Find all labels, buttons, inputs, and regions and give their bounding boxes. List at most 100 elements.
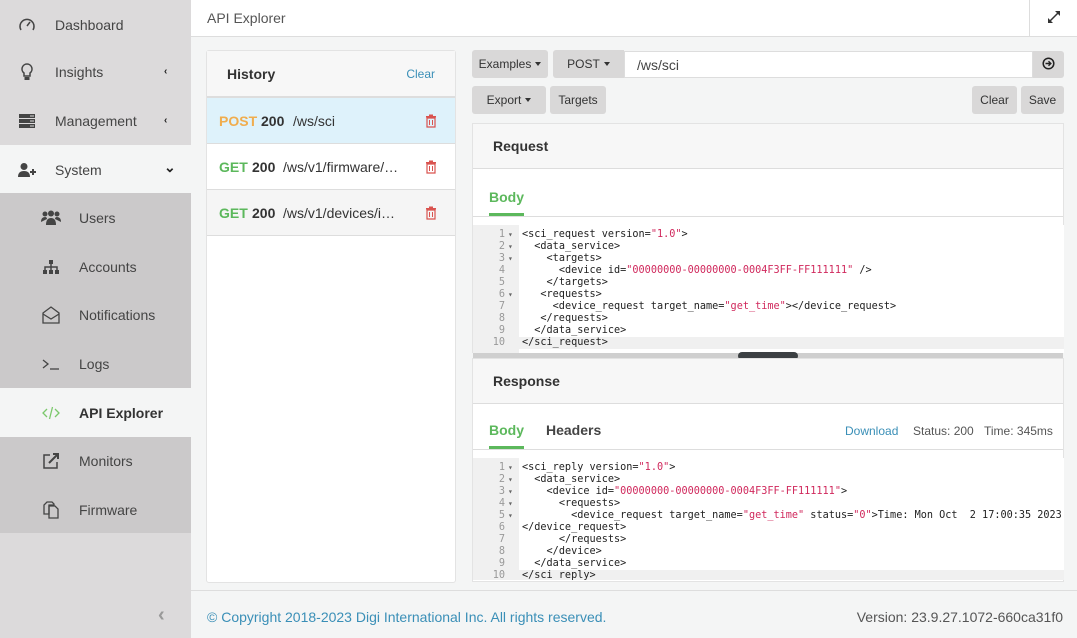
history-header: History Clear <box>207 51 455 98</box>
sidebar-item-management[interactable]: Management ‹ <box>0 96 191 145</box>
request-panel: Request Body 1 ▾ <sci_request version="1.0… <box>472 123 1064 353</box>
code-line: 9 </data_service> <box>473 558 1064 570</box>
chevron-left-icon: ‹ <box>158 604 165 626</box>
chevron-left-icon: ‹ <box>164 115 168 126</box>
line-number: 3 <box>498 253 505 264</box>
line-number: 8 <box>498 546 505 557</box>
code-text: </device_request> <box>522 522 627 533</box>
fold-toggle-icon[interactable]: ▾ <box>508 229 513 241</box>
fold-toggle-icon[interactable]: ▾ <box>508 486 513 498</box>
examples-label: Examples <box>478 57 532 71</box>
fold-toggle-icon[interactable]: ▾ <box>508 462 513 474</box>
line-number: 7 <box>498 534 505 545</box>
server-stack-icon <box>17 111 37 131</box>
send-request-button[interactable] <box>1033 51 1064 78</box>
fold-toggle-icon[interactable]: ▾ <box>508 253 513 265</box>
targets-label: Targets <box>558 93 598 107</box>
request-tabs: Body <box>473 171 1063 217</box>
line-number: 5 <box>498 277 505 288</box>
sidebar-item-system[interactable]: System ⌄ <box>0 145 191 194</box>
clear-label: Clear <box>980 93 1009 107</box>
collapse-sidebar-button[interactable]: ‹ <box>158 604 176 626</box>
sidebar-item-users[interactable]: Users <box>0 193 191 242</box>
code-line: 8 </device> <box>473 546 1064 558</box>
code-line: 10 </sci_reply> <box>473 570 1064 580</box>
sidebar-item-insights[interactable]: Insights ‹ <box>0 47 191 96</box>
history-item[interactable]: GET 200 /ws/v1/firmware/… <box>207 144 455 190</box>
code-text: </data_service> <box>534 558 627 569</box>
sidebar-item-monitors[interactable]: Monitors <box>0 436 191 485</box>
fold-toggle-icon[interactable]: ▾ <box>508 241 513 253</box>
trash-icon[interactable] <box>425 206 437 220</box>
expand-icon <box>1046 9 1062 28</box>
line-number: 10 <box>492 337 505 348</box>
code-line: 9 </data_service> <box>473 325 1064 337</box>
system-submenu: Users Accounts Notifications Logs API Ex… <box>0 193 191 533</box>
line-number: 6 <box>498 522 505 533</box>
sidebar-item-accounts[interactable]: Accounts <box>0 242 191 291</box>
response-body-editor[interactable]: 1 ▾ <sci_reply version="1.0"> 2 ▾ <data_serv… <box>473 458 1064 580</box>
trash-icon[interactable] <box>425 114 437 128</box>
code-line: 8 </requests> <box>473 313 1064 325</box>
line-number: 4 <box>498 498 505 509</box>
tab-response-headers[interactable]: Headers <box>546 422 601 446</box>
history-item[interactable]: GET 200 /ws/v1/devices/i… <box>207 190 455 236</box>
url-input[interactable]: /ws/sci <box>624 51 1033 78</box>
line-number: 3 <box>498 486 505 497</box>
examples-dropdown[interactable]: Examples <box>472 50 548 78</box>
sidebar: Dashboard Insights ‹ Management ‹ System… <box>0 0 191 638</box>
fold-toggle-icon[interactable]: ▾ <box>508 510 513 522</box>
version-text: Version: 23.9.27.1072-660ca31f0 <box>856 609 1063 625</box>
fullscreen-button[interactable] <box>1029 0 1077 37</box>
sidebar-item-logs[interactable]: Logs <box>0 339 191 388</box>
code-text: <targets> <box>546 253 602 264</box>
footer: © Copyright 2018-2023 Digi International… <box>191 590 1077 638</box>
users-icon <box>41 208 61 228</box>
line-number: 2 <box>498 241 505 252</box>
sidebar-item-notifications[interactable]: Notifications <box>0 290 191 339</box>
sidebar-item-firmware[interactable]: Firmware <box>0 485 191 534</box>
method-dropdown[interactable]: POST <box>553 50 624 78</box>
export-label: Export <box>486 93 522 107</box>
sidebar-item-dashboard[interactable]: Dashboard <box>0 0 191 49</box>
fold-toggle-icon[interactable]: ▾ <box>508 498 513 510</box>
code-line: 6 </device_request> <box>473 522 1064 534</box>
history-panel: History Clear POST 200 /ws/sci GET 200 /… <box>206 50 456 583</box>
sidebar-item-api-explorer[interactable]: API Explorer <box>0 388 191 437</box>
fold-toggle-icon[interactable]: ▾ <box>508 474 513 486</box>
history-path: /ws/v1/firmware/… <box>283 158 399 175</box>
caret-down-icon <box>525 98 532 102</box>
code-text: <device id="00000000-00000000-0004F3FF-F… <box>546 486 848 497</box>
history-path: /ws/sci <box>293 112 335 129</box>
tab-response-body[interactable]: Body <box>489 422 524 449</box>
code-text: <sci_reply version="1.0"> <box>522 462 676 473</box>
trash-icon[interactable] <box>425 160 437 174</box>
line-number: 9 <box>498 325 505 336</box>
lightbulb-icon <box>17 62 37 82</box>
request-body-editor[interactable]: 1 ▾ <sci_request version="1.0"> 2 ▾ <data_se… <box>473 225 1064 353</box>
history-item[interactable]: POST 200 /ws/sci <box>207 98 455 144</box>
code-line: 3 ▾ <targets> <box>473 253 1064 265</box>
history-clear-link[interactable]: Clear <box>406 67 435 81</box>
fold-toggle-icon[interactable]: ▾ <box>508 289 513 301</box>
code-line: 2 ▾ <data_service> <box>473 474 1064 486</box>
line-number: 4 <box>498 265 505 276</box>
code-line: 10 </sci_request> <box>473 337 1064 349</box>
history-title: History <box>227 66 276 82</box>
download-link[interactable]: Download <box>845 424 898 438</box>
history-method: GET <box>219 158 248 175</box>
code-text: </sci_reply> <box>522 570 596 580</box>
request-header: Request <box>473 124 1063 169</box>
sidebar-item-label: System <box>55 161 102 178</box>
save-label: Save <box>1028 93 1057 107</box>
export-dropdown[interactable]: Export <box>472 86 546 114</box>
line-number: 1 <box>498 462 505 473</box>
clear-button[interactable]: Clear <box>972 86 1017 114</box>
save-button[interactable]: Save <box>1021 86 1064 114</box>
history-path: /ws/v1/devices/i… <box>283 204 396 221</box>
copyright-link[interactable]: © Copyright 2018-2023 Digi International… <box>207 609 606 625</box>
tab-request-body[interactable]: Body <box>489 189 524 216</box>
response-panel: Response Body Headers 1 ▾ <sci_reply versi… <box>472 358 1064 582</box>
targets-button[interactable]: Targets <box>550 86 606 114</box>
sidebar-item-label: Firmware <box>79 501 138 518</box>
